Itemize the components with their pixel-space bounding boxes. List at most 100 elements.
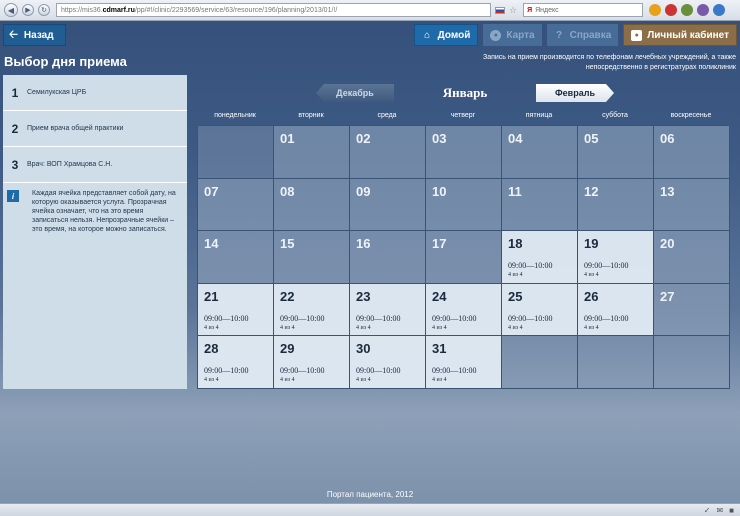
time-slot: 09:00—10:00	[356, 366, 401, 376]
day-number: 16	[356, 236, 371, 252]
address-bar[interactable]: https://mis36. cdmarf.ru/pp/#!/clinic/229…	[56, 3, 491, 17]
calendar-day-cell: 03	[426, 126, 502, 179]
slot-count: 4 из 4	[356, 324, 371, 331]
calendar-day-cell[interactable]: 30 09:00—10:00 4 из 4	[350, 336, 426, 389]
calendar-day-cell[interactable]: 23 09:00—10:00 4 из 4	[350, 283, 426, 337]
slot-count: 4 из 4	[584, 272, 599, 279]
day-number: 23	[356, 288, 371, 304]
url-prefix: https://mis36.	[61, 6, 103, 14]
time-slot: 09:00—10:00	[280, 313, 325, 323]
help-button[interactable]: ? Справка	[546, 24, 619, 46]
browser-reload-icon[interactable]: ↻	[38, 4, 50, 16]
calendar-day-cell[interactable]: 28 09:00—10:00 4 из 4	[198, 336, 274, 389]
day-number: 24	[432, 288, 447, 304]
browser-status-bar: ✓ ✉ ■	[0, 503, 740, 516]
addon-icon[interactable]	[649, 4, 662, 16]
day-number: 17	[432, 236, 447, 252]
home-icon: ⌂	[424, 29, 431, 41]
calendar-empty-cell	[578, 336, 654, 389]
calendar-day-cell[interactable]: 29 09:00—10:00 4 из 4	[274, 336, 350, 389]
slot-count: 4 из 4	[280, 324, 295, 331]
step-service[interactable]: 2 Прием врача общей практики	[3, 111, 187, 147]
calendar-day-cell[interactable]: 19 09:00—10:00 4 из 4	[578, 231, 654, 284]
adblock-icon[interactable]	[665, 4, 678, 16]
day-number: 28	[204, 341, 219, 357]
browser-back-icon[interactable]: ◀	[4, 3, 18, 17]
time-slot: 09:00—10:00	[432, 313, 477, 323]
calendar-day-cell[interactable]: 25 09:00—10:00 4 из 4	[502, 283, 578, 337]
day-number: 01	[280, 131, 295, 146]
weekday-label: четверг	[450, 112, 476, 119]
weekday-label: понедельник	[214, 112, 256, 119]
info-text: Каждая ячейка представляет собой дату, н…	[32, 190, 176, 233]
calendar-day-cell[interactable]: 21 09:00—10:00 4 из 4	[198, 283, 274, 337]
calendar-day-cell: 27	[654, 283, 730, 337]
browser-forward-icon[interactable]: ▶	[22, 4, 34, 16]
slot-count: 4 из 4	[204, 324, 219, 331]
menu-icon[interactable]	[713, 4, 726, 16]
home-button[interactable]: ⌂ Домой	[413, 24, 479, 46]
user-icon: ●	[631, 29, 643, 41]
day-number: 25	[508, 288, 523, 304]
time-slot: 09:00—10:00	[356, 313, 401, 323]
day-number: 12	[584, 183, 599, 199]
calendar-day-cell: 07	[198, 178, 274, 232]
step-clinic[interactable]: 1 Семилукская ЦРБ	[3, 75, 187, 111]
bookmark-star-icon[interactable]: ☆	[509, 5, 517, 16]
browser-toolbar: ◀ ▶ ↻ https://mis36. cdmarf.ru/pp/#!/clin…	[0, 0, 740, 21]
prev-month-button[interactable]: Декабрь	[316, 84, 394, 102]
status-icon[interactable]: ✓	[704, 506, 711, 515]
day-number: 14	[204, 236, 219, 252]
calendar-day-cell[interactable]: 26 09:00—10:00 4 из 4	[578, 283, 654, 337]
calendar-day-cell[interactable]: 22 09:00—10:00 4 из 4	[274, 283, 350, 337]
browser-search-input[interactable]: Я Яндекс	[523, 3, 644, 17]
day-number: 04	[508, 131, 523, 146]
day-number: 09	[356, 183, 371, 199]
top-navigation: ⌂ Домой ● Карта ? Справка ● Личный кабин…	[413, 24, 737, 46]
page-title: Выбор дня приема	[4, 54, 127, 69]
calendar-empty-cell	[502, 336, 578, 389]
step-doctor[interactable]: 3 Врач: ВОП Храмцова С.Н.	[3, 147, 187, 183]
footer-text: Портал пациента, 2012	[326, 490, 414, 499]
arrow-left-icon: 🡠	[9, 28, 18, 41]
step-number: 1	[11, 85, 19, 100]
day-number: 30	[356, 341, 371, 357]
calendar-grid: 01 02 03 04 05 06 07 08 09 10 11 12 13 14 15 16 17 18 09:0…	[197, 125, 730, 389]
vk-icon[interactable]	[697, 4, 710, 16]
status-icon[interactable]: ✉	[716, 506, 723, 515]
day-number: 08	[280, 183, 295, 199]
calendar-day-cell: 17	[426, 231, 502, 284]
day-number: 26	[584, 288, 599, 304]
step-label: Прием врача общей практики	[27, 125, 124, 132]
calendar-day-cell[interactable]: 18 09:00—10:00 4 из 4	[502, 231, 578, 284]
calendar-day-cell: 13	[654, 178, 730, 232]
status-icon[interactable]: ■	[729, 506, 734, 515]
map-button[interactable]: ● Карта	[483, 24, 542, 46]
slot-count: 4 из 4	[432, 324, 447, 331]
day-number: 21	[204, 288, 219, 304]
slot-count: 4 из 4	[356, 377, 371, 384]
calendar-day-cell[interactable]: 24 09:00—10:00 4 из 4	[426, 283, 502, 337]
time-slot: 09:00—10:00	[508, 313, 553, 323]
day-number: 07	[204, 183, 219, 199]
back-button[interactable]: 🡠 Назад	[3, 24, 66, 46]
slot-count: 4 из 4	[204, 377, 219, 384]
day-number: 15	[280, 236, 295, 252]
time-slot: 09:00—10:00	[584, 261, 629, 271]
extension-icon[interactable]	[681, 4, 694, 16]
slot-count: 4 из 4	[432, 377, 447, 384]
day-number: 20	[660, 236, 675, 252]
calendar-day-cell: 05	[578, 126, 654, 179]
time-slot: 09:00—10:00	[432, 366, 477, 376]
cabinet-button[interactable]: ● Личный кабинет	[623, 24, 737, 46]
weekday-label: пятница	[525, 112, 553, 119]
next-month-button[interactable]: Февраль	[536, 84, 614, 102]
map-button-label: Карта	[506, 29, 535, 41]
info-icon: i	[7, 190, 19, 202]
day-number: 31	[432, 341, 447, 357]
url-host: cdmarf.ru	[102, 6, 135, 14]
calendar-empty-cell	[654, 336, 730, 389]
weekday-label: вторник	[298, 112, 324, 119]
time-slot: 09:00—10:00	[204, 366, 249, 376]
calendar-day-cell[interactable]: 31 09:00—10:00 4 из 4	[426, 336, 502, 389]
